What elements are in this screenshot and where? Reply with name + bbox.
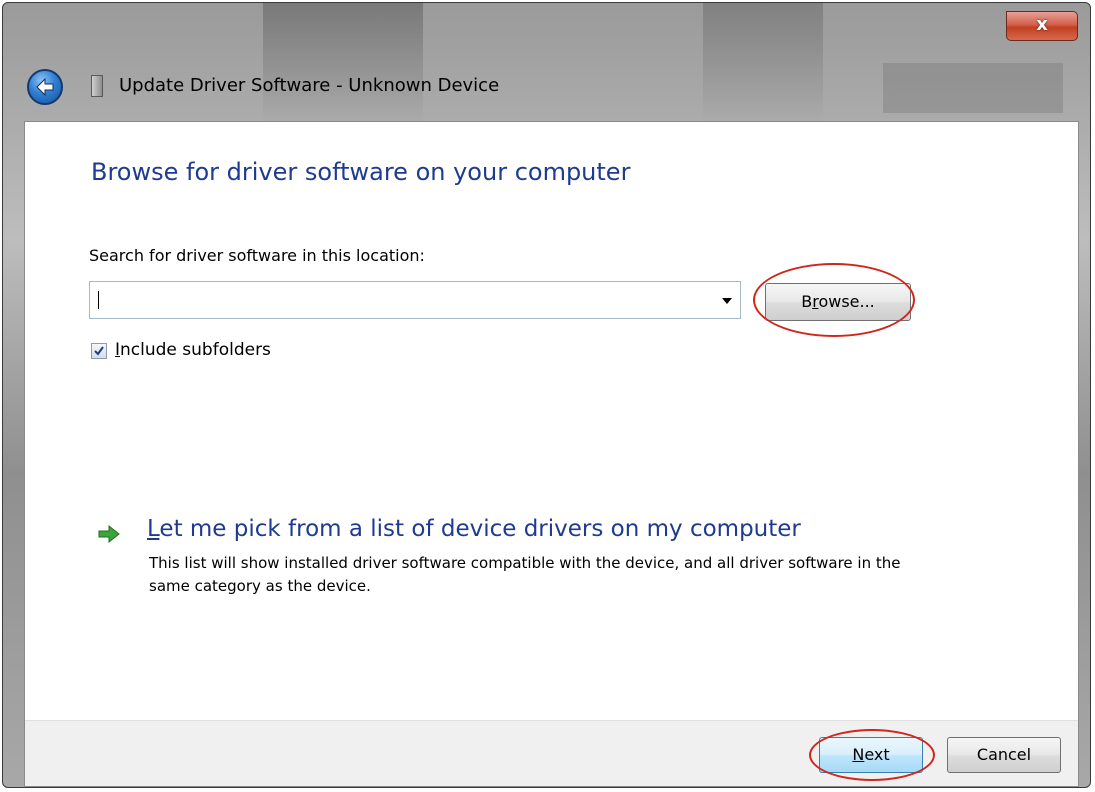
page-title: Browse for driver software on your compu… — [91, 158, 631, 186]
back-button[interactable] — [27, 69, 63, 105]
text-caret — [98, 291, 99, 309]
checkmark-icon — [94, 346, 104, 356]
window-title: Update Driver Software - Unknown Device — [119, 75, 500, 96]
close-icon: x — [1036, 14, 1048, 35]
button-bar: Next Cancel — [25, 720, 1078, 786]
back-arrow-icon — [36, 78, 54, 96]
glass-decoration — [703, 3, 823, 123]
pick-list-description: This list will show installed driver sof… — [149, 554, 901, 595]
pick-from-list-link[interactable]: Let me pick from a list of device driver… — [97, 516, 957, 606]
device-icon — [91, 75, 103, 97]
next-button[interactable]: Next — [819, 737, 923, 773]
path-input[interactable] — [90, 282, 710, 318]
dialog-content: Browse for driver software on your compu… — [24, 121, 1079, 787]
include-subfolders-label[interactable]: Include subfolders — [115, 340, 271, 360]
browse-button[interactable]: Browse... — [765, 283, 911, 321]
glass-decoration — [883, 63, 1063, 113]
pick-list-title[interactable]: Let me pick from a list of device driver… — [147, 516, 801, 542]
path-combobox[interactable] — [89, 281, 741, 319]
cancel-button[interactable]: Cancel — [947, 737, 1061, 773]
glass-decoration — [263, 3, 423, 123]
close-button[interactable]: x — [1006, 11, 1078, 41]
green-arrow-icon — [98, 524, 120, 544]
location-label: Search for driver software in this locat… — [89, 246, 425, 265]
chevron-down-icon[interactable] — [722, 298, 732, 304]
include-subfolders-checkbox[interactable] — [91, 343, 107, 359]
window-frame: x Update Driver Software - Unknown Devic… — [2, 2, 1091, 788]
